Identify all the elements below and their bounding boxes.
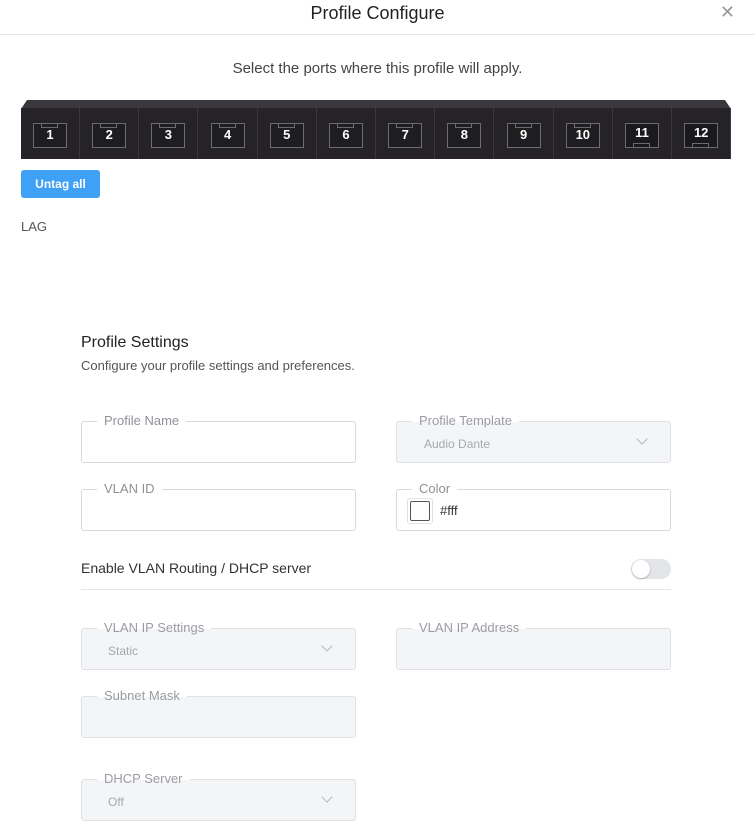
color-swatch bbox=[410, 501, 430, 521]
port-number: 6 bbox=[342, 127, 350, 142]
color-value: #fff bbox=[440, 503, 458, 518]
ethernet-port-icon: 4 bbox=[210, 123, 245, 148]
profile-settings-title: Profile Settings bbox=[81, 334, 189, 351]
profile-name-field[interactable]: Profile Name bbox=[81, 413, 356, 463]
vlan-id-field[interactable]: VLAN ID bbox=[81, 481, 356, 531]
profile-template-select[interactable]: Profile Template Audio Dante bbox=[396, 413, 671, 463]
subnet-mask-field[interactable]: Subnet Mask bbox=[81, 688, 356, 738]
vlan-ip-address-field[interactable]: VLAN IP Address bbox=[396, 620, 671, 670]
divider bbox=[81, 589, 671, 590]
dhcp-server-value: Off bbox=[108, 795, 124, 809]
port-2[interactable]: 2 bbox=[80, 108, 140, 159]
vlan-ip-settings-label: VLAN IP Settings bbox=[97, 620, 212, 636]
ethernet-port-icon: 1 bbox=[33, 123, 67, 148]
dialog-title: Profile Configure bbox=[310, 3, 445, 23]
port-12[interactable]: 12 bbox=[672, 108, 732, 159]
dialog-header: Profile Configure ✕ bbox=[0, 0, 755, 35]
profile-settings-subtitle: Configure your profile settings and pref… bbox=[81, 358, 355, 373]
port-6[interactable]: 6 bbox=[317, 108, 376, 159]
routing-toggle-label: Enable VLAN Routing / DHCP server bbox=[81, 560, 312, 576]
close-icon[interactable]: ✕ bbox=[720, 2, 735, 23]
untag-all-button[interactable]: Untag all bbox=[21, 170, 100, 198]
subnet-mask-label: Subnet Mask bbox=[97, 688, 187, 704]
port-8[interactable]: 8 bbox=[435, 108, 495, 159]
port-10[interactable]: 10 bbox=[554, 108, 613, 159]
chevron-down-icon bbox=[321, 791, 333, 803]
ethernet-port-icon: 6 bbox=[329, 123, 363, 148]
port-number: 2 bbox=[105, 127, 113, 142]
profile-template-label: Profile Template bbox=[412, 413, 519, 429]
ethernet-port-icon: 12 bbox=[684, 123, 719, 148]
chevron-down-icon bbox=[321, 640, 333, 652]
port-9[interactable]: 9 bbox=[495, 108, 554, 159]
port-11[interactable]: 11 bbox=[613, 108, 672, 159]
chevron-down-icon bbox=[636, 433, 648, 445]
ethernet-port-icon: 8 bbox=[447, 123, 482, 148]
port-latch bbox=[633, 143, 650, 148]
profile-template-value: Audio Dante bbox=[424, 437, 491, 451]
ethernet-port-icon: 11 bbox=[625, 123, 659, 148]
vlan-ip-settings-value: Static bbox=[108, 644, 139, 658]
lag-label: LAG bbox=[21, 219, 48, 234]
port-4[interactable]: 4 bbox=[199, 108, 258, 159]
routing-toggle[interactable] bbox=[631, 559, 671, 579]
ethernet-port-icon: 9 bbox=[506, 123, 541, 148]
ethernet-port-icon: 7 bbox=[388, 123, 423, 148]
port-number: 3 bbox=[164, 127, 172, 142]
color-field[interactable]: Color #fff bbox=[396, 481, 671, 531]
ethernet-port-icon: 3 bbox=[151, 123, 186, 148]
port-number: 8 bbox=[460, 127, 468, 142]
port-number: 12 bbox=[693, 125, 709, 140]
port-7[interactable]: 7 bbox=[376, 108, 436, 159]
port-number: 4 bbox=[223, 127, 232, 142]
dhcp-server-label: DHCP Server bbox=[97, 771, 190, 787]
port-number: 9 bbox=[519, 127, 528, 142]
port-5[interactable]: 5 bbox=[258, 108, 317, 159]
ethernet-port-icon: 5 bbox=[269, 123, 304, 148]
dhcp-server-select[interactable]: DHCP Server Off bbox=[81, 771, 356, 821]
vlan-id-label: VLAN ID bbox=[97, 481, 162, 497]
port-number: 11 bbox=[635, 125, 649, 140]
vlan-ip-settings-select[interactable]: VLAN IP Settings Static bbox=[81, 620, 356, 670]
port-number: 1 bbox=[46, 127, 54, 142]
port-number: 5 bbox=[283, 127, 291, 142]
ethernet-port-icon: 10 bbox=[565, 123, 600, 148]
port-selection-instruction: Select the ports where this profile will… bbox=[232, 60, 523, 77]
port-number: 7 bbox=[401, 127, 409, 142]
toggle-knob bbox=[632, 560, 650, 578]
profile-name-label: Profile Name bbox=[97, 413, 187, 429]
port-number: 10 bbox=[575, 127, 591, 142]
port-3[interactable]: 3 bbox=[139, 108, 199, 159]
vlan-ip-address-label: VLAN IP Address bbox=[412, 620, 527, 636]
port-latch bbox=[692, 143, 710, 148]
ethernet-port-icon: 2 bbox=[92, 123, 127, 148]
port-1[interactable]: 1 bbox=[21, 108, 80, 159]
color-label: Color bbox=[412, 481, 458, 497]
